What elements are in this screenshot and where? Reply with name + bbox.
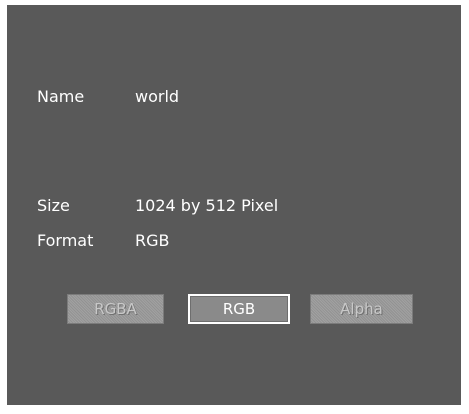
name-label: Name — [37, 87, 85, 106]
rgb-button[interactable]: RGB — [188, 294, 290, 324]
format-value: RGB — [135, 231, 170, 250]
size-label: Size — [37, 196, 70, 215]
rgba-button[interactable]: RGBA — [67, 294, 164, 324]
alpha-button[interactable]: Alpha — [310, 294, 413, 324]
image-info-panel: Name world Size 1024 by 512 Pixel Format… — [7, 5, 461, 405]
format-label: Format — [37, 231, 94, 250]
name-value: world — [135, 87, 180, 106]
size-value: 1024 by 512 Pixel — [135, 196, 279, 215]
